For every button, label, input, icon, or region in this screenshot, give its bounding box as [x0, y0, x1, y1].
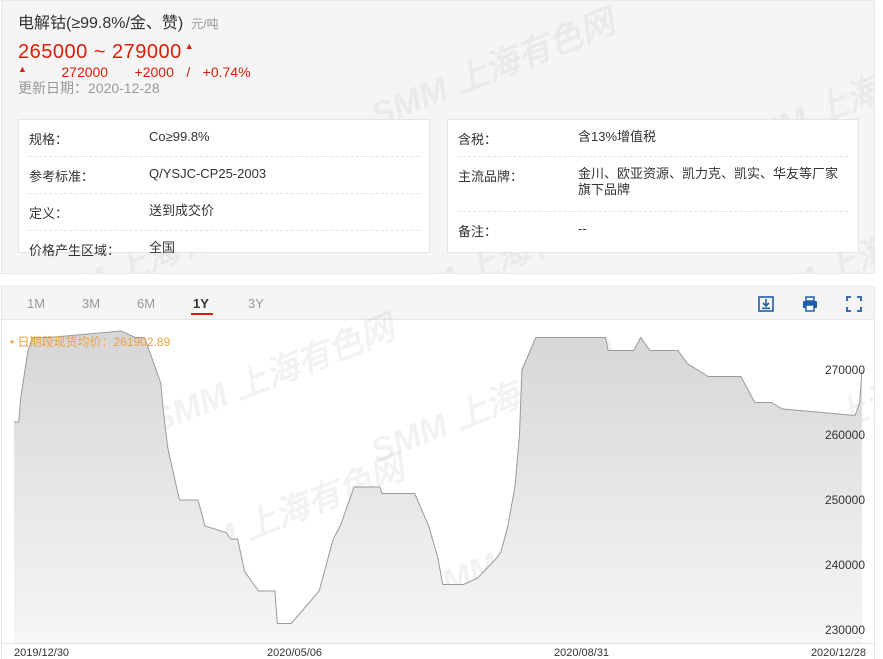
tab-bar: 1M 3M 6M 1Y 3Y: [2, 287, 874, 320]
x-tick-label: 2020/12/28: [811, 647, 866, 659]
y-tick-label: 250000: [825, 493, 865, 507]
series-area: [14, 331, 862, 643]
y-tick-label: 240000: [825, 558, 865, 572]
legend-text: 日期段现货均价：261902.89: [17, 335, 171, 349]
spec-value: 全国: [149, 240, 176, 255]
watermark: SMM 上海有色网: [362, 1, 620, 137]
product-title: 电解钴(≥99.8%/金、赞): [18, 15, 184, 32]
price-row: 265000 ~ 279000 ▲ ▲ 272000 +2000 / +0.74%: [18, 41, 251, 82]
x-tick-label: 2020/08/31: [554, 647, 609, 659]
spec-value: Co≥99.8%: [149, 129, 210, 144]
spec-label: 参考标准：: [29, 169, 95, 184]
print-icon[interactable]: [801, 295, 819, 313]
spec-row: 价格产生区域： 全国: [29, 231, 419, 267]
spec-row: 含税： 含13%增值税: [458, 120, 848, 157]
tab-6m[interactable]: 6M: [137, 296, 155, 311]
spec-label: 规格：: [29, 132, 69, 147]
spec-row: 备注： --: [458, 212, 848, 248]
y-tick-label: 230000: [825, 623, 865, 637]
unit-label: 元/吨: [191, 17, 219, 31]
x-tick-label: 2020/05/06: [267, 647, 322, 659]
spec-label: 备注：: [458, 224, 498, 239]
spec-label: 价格产生区域：: [29, 243, 121, 258]
tab-3y[interactable]: 3Y: [248, 296, 264, 311]
y-tick-label: 260000: [825, 428, 865, 442]
spec-row: 定义： 送到成交价: [29, 194, 419, 231]
spec-row: 主流品牌： 金川、欧亚资源、凯力克、凯实、华友等厂家旗下品牌: [458, 157, 848, 212]
fullscreen-icon[interactable]: [845, 295, 863, 313]
spec-table-right: 含税： 含13%增值税 主流品牌： 金川、欧亚资源、凯力克、凯实、华友等厂家旗下…: [447, 119, 859, 253]
spec-label: 主流品牌：: [458, 169, 524, 184]
price-chart: 230000 240000 250000 260000 270000 2019/12/30…: [2, 330, 874, 659]
spec-value: 含13%增值税: [578, 129, 657, 144]
update-date: 更新日期：2020-12-28: [18, 80, 160, 96]
price-range: 265000 ~ 279000: [18, 41, 182, 63]
chart-panel: 1M 3M 6M 1Y 3Y SMM 上海有色网 SMM 上海有色网 SMM 上…: [1, 286, 875, 659]
download-icon[interactable]: [757, 295, 775, 313]
x-tick-label: 2019/12/30: [14, 647, 69, 659]
spec-table-left: 规格： Co≥99.8% 参考标准： Q/YSJC-CP25-2003 定义： …: [18, 119, 430, 258]
tab-3m[interactable]: 3M: [82, 296, 100, 311]
product-info-panel: SMM 上海有色网 SMM 上海有色网 SMM 上海有色网 SMM 上海有色网 …: [1, 0, 875, 274]
spec-value: Q/YSJC-CP25-2003: [149, 166, 267, 181]
spec-value: --: [578, 221, 587, 236]
price-change-percent: +0.74%: [202, 64, 251, 80]
tab-1y[interactable]: 1Y: [193, 296, 209, 311]
active-tab-underline: [191, 313, 213, 315]
spec-row: 规格： Co≥99.8%: [29, 120, 419, 157]
spec-value: 送到成交价: [149, 203, 215, 218]
spec-label: 含税：: [458, 132, 498, 147]
title-row: 电解钴(≥99.8%/金、赞) 元/吨: [18, 9, 219, 33]
change-separator: /: [186, 64, 191, 80]
spec-value: 金川、欧亚资源、凯力克、凯实、华友等厂家旗下品牌: [578, 166, 839, 197]
chart-legend: • 日期段现货均价：261902.89: [10, 335, 171, 349]
y-tick-label: 270000: [825, 363, 865, 377]
spec-label: 定义：: [29, 206, 69, 221]
tab-1m[interactable]: 1M: [27, 296, 45, 311]
spec-row: 参考标准： Q/YSJC-CP25-2003: [29, 157, 419, 194]
